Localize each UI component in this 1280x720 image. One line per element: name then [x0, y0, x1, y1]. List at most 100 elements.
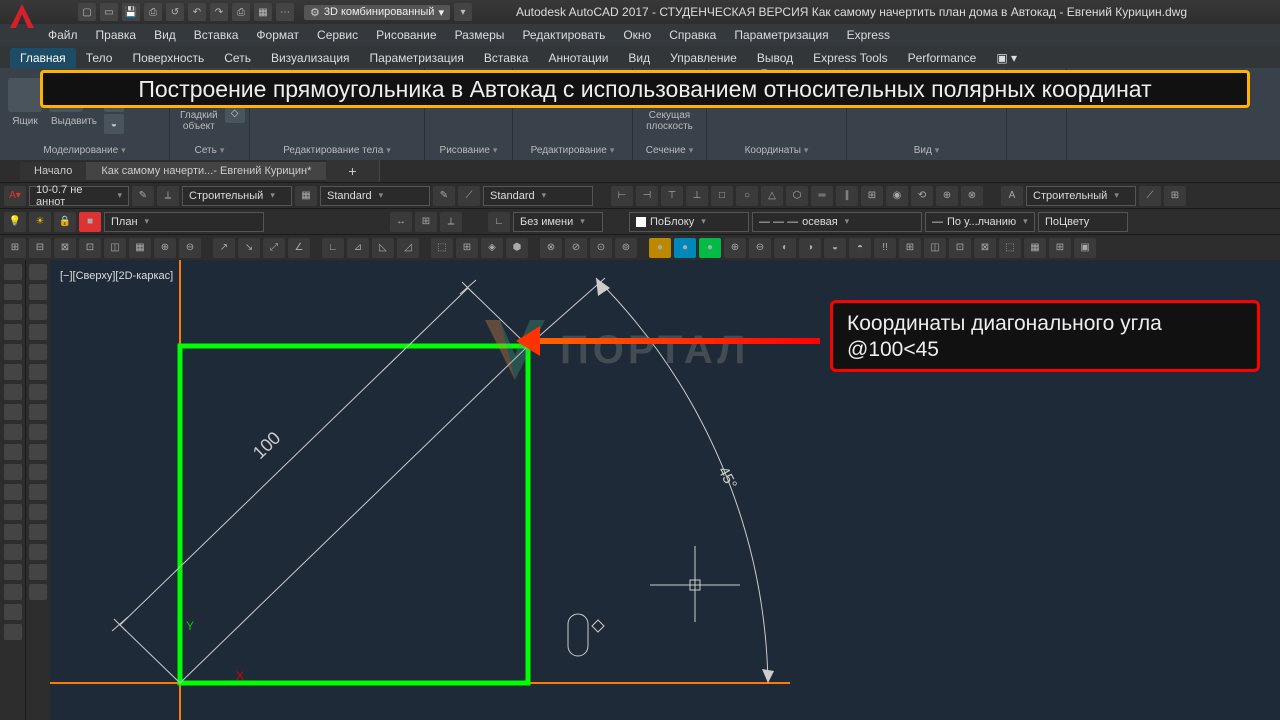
tool-icon[interactable] [29, 564, 47, 580]
lamp-icon[interactable]: 💡 [4, 212, 26, 232]
tool-btn[interactable]: ▦ [295, 186, 317, 206]
tool-btn[interactable]: ⊚ [615, 238, 637, 258]
style2-select[interactable]: Строительный [1026, 186, 1136, 206]
tool-btn[interactable]: ⊖ [179, 238, 201, 258]
qat-redo-icon[interactable]: ↷ [210, 3, 228, 21]
dim-style-select[interactable]: Строительный [182, 186, 292, 206]
circle-tool-icon[interactable] [4, 384, 22, 400]
tool-btn[interactable]: ⊞ [1049, 238, 1071, 258]
tool-btn[interactable]: ↗ [213, 238, 235, 258]
menu-view[interactable]: Вид [154, 28, 176, 42]
layer-color-icon[interactable]: ■ [79, 212, 101, 232]
fillet-tool-icon[interactable] [29, 524, 47, 540]
style2-icon[interactable]: A [1001, 186, 1023, 206]
block-tool-icon[interactable] [4, 484, 22, 500]
copy-tool-icon[interactable] [29, 284, 47, 300]
point-tool-icon[interactable] [4, 464, 22, 480]
qat-save-icon[interactable]: 💾 [122, 3, 140, 21]
tool-btn[interactable]: ⊠ [974, 238, 996, 258]
tool-btn[interactable]: ═ [811, 186, 833, 206]
tool-btn[interactable]: ◺ [372, 238, 394, 258]
tool-btn[interactable]: ⊙ [590, 238, 612, 258]
explode-tool-icon[interactable] [29, 544, 47, 560]
menu-window[interactable]: Окно [623, 28, 651, 42]
qat-btn[interactable]: ▦ [254, 3, 272, 21]
menu-modify[interactable]: Редактировать [522, 28, 605, 42]
tool-btn[interactable]: ⊟ [29, 238, 51, 258]
tool-btn[interactable]: ⊡ [79, 238, 101, 258]
anno-style-select[interactable]: 10-0.7 не аннот [29, 186, 129, 206]
tab-anno[interactable]: Аннотации [538, 48, 618, 68]
lock-icon[interactable]: 🔒 [54, 212, 76, 232]
tool-btn[interactable]: ◫ [104, 238, 126, 258]
tool-btn[interactable]: ⊣ [636, 186, 658, 206]
tab-file[interactable]: Как самому начерти...- Евгений Курицин* [87, 162, 326, 180]
lineweight-select[interactable]: —По у...лчанию [925, 212, 1035, 232]
tool-btn[interactable]: ⊖ [749, 238, 771, 258]
tool-btn[interactable]: ⊕ [154, 238, 176, 258]
tool-icon[interactable] [4, 524, 22, 540]
tab-view[interactable]: Вид [618, 48, 660, 68]
tool-btn[interactable]: ◉ [886, 186, 908, 206]
tab-start[interactable]: Начало [20, 162, 87, 180]
tool-btn[interactable]: ⟋ [1139, 186, 1161, 206]
scale-tool-icon[interactable] [29, 404, 47, 420]
trim-tool-icon[interactable] [29, 444, 47, 460]
qat-btn[interactable]: ⋯ [276, 3, 294, 21]
tool-btn[interactable]: ● [649, 238, 671, 258]
tool-btn[interactable]: ⟋ [458, 186, 480, 206]
tool-btn[interactable]: ⊞ [456, 238, 478, 258]
tool-btn[interactable]: ∟ [488, 212, 510, 232]
panel-view[interactable]: Вид [853, 143, 1000, 158]
tab-surface[interactable]: Поверхность [122, 48, 214, 68]
tool-btn[interactable]: ⊤ [661, 186, 683, 206]
tool-icon[interactable] [4, 584, 22, 600]
tool-btn[interactable]: ↘ [238, 238, 260, 258]
break-tool-icon[interactable] [29, 484, 47, 500]
tool-btn[interactable]: ⟲ [911, 186, 933, 206]
panel-section[interactable]: Сечение [639, 143, 700, 158]
tool-btn[interactable]: ⊕ [936, 186, 958, 206]
tool-btn[interactable]: ⤢ [263, 238, 285, 258]
stretch-tool-icon[interactable] [29, 424, 47, 440]
menu-edit[interactable]: Правка [96, 28, 137, 42]
tool-icon[interactable] [4, 504, 22, 520]
line-tool-icon[interactable] [4, 264, 22, 280]
dim-icon[interactable]: ⟂ [157, 186, 179, 206]
tool-btn[interactable]: ⊡ [949, 238, 971, 258]
tool-btn[interactable]: ◈ [481, 238, 503, 258]
tool-btn[interactable]: ◐ [774, 238, 796, 258]
tool-btn[interactable]: ◿ [397, 238, 419, 258]
qat-btn[interactable]: ↺ [166, 3, 184, 21]
spline-tool-icon[interactable] [4, 404, 22, 420]
tab-manage[interactable]: Управление [660, 48, 747, 68]
anno-icon[interactable]: A▾ [4, 186, 26, 206]
tool-btn[interactable]: ⬢ [506, 238, 528, 258]
menu-express[interactable]: Express [847, 28, 890, 42]
tool-btn[interactable]: ▣ [1074, 238, 1096, 258]
sun-icon[interactable]: ☀ [29, 212, 51, 232]
layer-select[interactable]: План [104, 212, 264, 232]
tab-perf[interactable]: Performance [898, 48, 987, 68]
tab-param[interactable]: Параметризация [360, 48, 474, 68]
qat-dropdown[interactable]: ▾ [454, 3, 472, 21]
tool-btn[interactable]: ⬡ [786, 186, 808, 206]
box-tool-icon[interactable] [8, 78, 42, 112]
menu-draw[interactable]: Рисование [376, 28, 436, 42]
xline-tool-icon[interactable] [4, 284, 22, 300]
panel-modeling[interactable]: Моделирование [6, 143, 163, 158]
tool-btn[interactable]: ⊢ [611, 186, 633, 206]
tool-btn[interactable]: ⊞ [861, 186, 883, 206]
linetype-select[interactable]: — — —осевая [752, 212, 922, 232]
color-select[interactable]: ПоБлоку [629, 212, 749, 232]
tool-btn[interactable]: ⟂ [440, 212, 462, 232]
menu-dimensions[interactable]: Размеры [455, 28, 505, 42]
pline-tool-icon[interactable] [4, 304, 22, 320]
tool-btn[interactable]: ● [674, 238, 696, 258]
tool-btn[interactable]: ◒ [104, 114, 124, 134]
menu-format[interactable]: Формат [256, 28, 299, 42]
ml-style-select[interactable]: Standard [483, 186, 593, 206]
ribbon-min-icon[interactable]: ▣ ▾ [986, 48, 1027, 68]
tool-btn[interactable]: ⊞ [899, 238, 921, 258]
tool-icon[interactable] [4, 564, 22, 580]
